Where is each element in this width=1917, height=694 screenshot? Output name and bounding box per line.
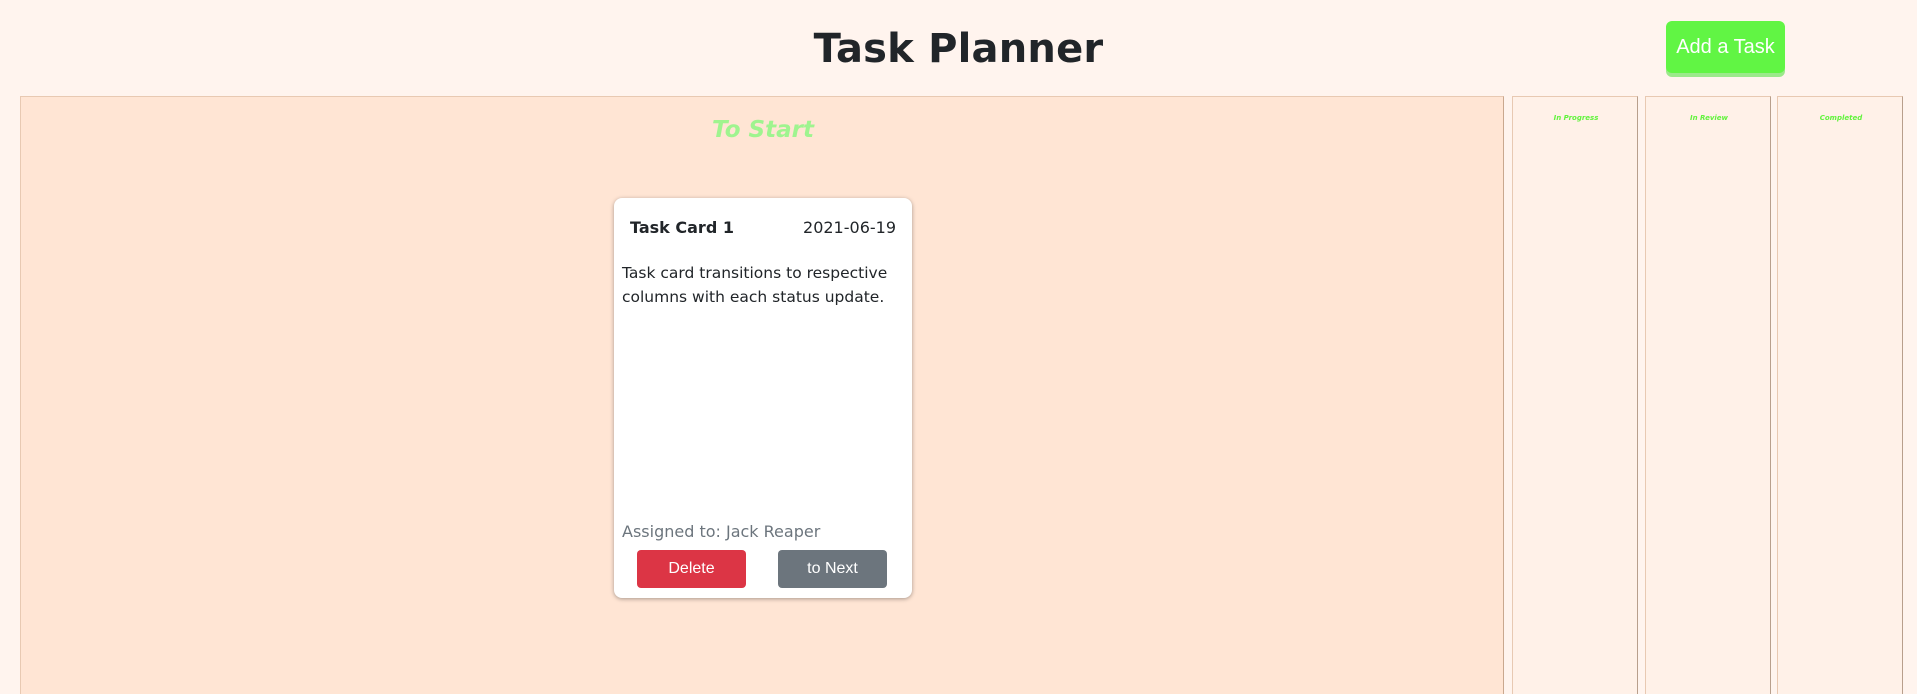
column-title: Completed	[1819, 114, 1863, 122]
column-completed[interactable]: Completed	[1777, 96, 1903, 694]
add-task-button[interactable]: Add a Task	[1666, 21, 1785, 73]
card-description: Task card transitions to respective colu…	[622, 264, 888, 306]
page-title: Task Planner	[813, 26, 1104, 72]
column-title: In Progress	[1553, 114, 1599, 122]
column-in-progress[interactable]: In Progress	[1512, 96, 1638, 694]
delete-button[interactable]: Delete	[637, 550, 746, 588]
card-assignee: Assigned to: Jack Reaper	[622, 522, 821, 541]
column-to-start[interactable]: To Start Task Card 1 2021-06-19 Task car…	[20, 96, 1504, 694]
column-title: In Review	[1690, 114, 1728, 122]
column-in-review[interactable]: In Review	[1645, 96, 1771, 694]
card-title: Task Card 1	[630, 218, 734, 237]
task-planner-app: Task Planner Add a Task To Start Task Ca…	[0, 0, 1917, 694]
to-next-button[interactable]: to Next	[778, 550, 887, 588]
task-board: To Start Task Card 1 2021-06-19 Task car…	[20, 96, 1903, 694]
task-card[interactable]: Task Card 1 2021-06-19 Task card transit…	[614, 198, 912, 598]
column-title: To Start	[712, 117, 814, 143]
card-date: 2021-06-19	[803, 218, 896, 237]
